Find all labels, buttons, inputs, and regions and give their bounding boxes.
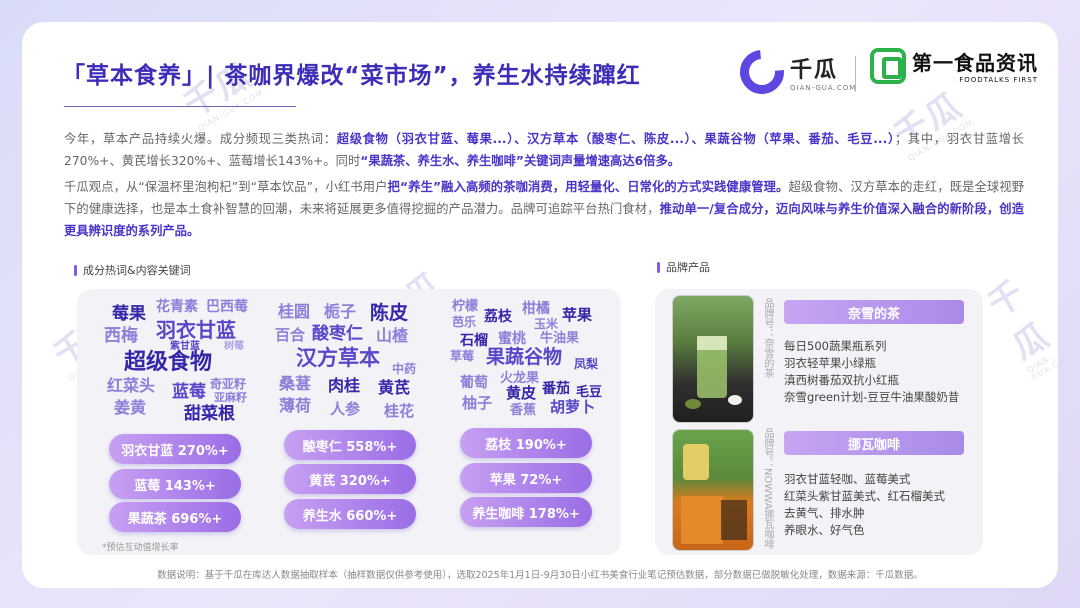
keyword: 中药 — [392, 362, 417, 376]
section-title-keywords: 成分热词&内容关键词 — [74, 262, 191, 278]
title-underline — [64, 106, 296, 107]
page-title: 「草本食养」| 茶咖界爆改“菜市场”，养生水持续蹿红 — [62, 63, 641, 89]
brand-photo-naixue — [672, 295, 754, 423]
report-card: 千瓜 QIAN-GUA.COM 千瓜 QIAN-GUA.COM 千瓜 QIAN-GUA… — [22, 22, 1058, 588]
keyword: 石榴 — [460, 333, 488, 349]
keyword: 荔枝 — [484, 309, 512, 325]
keyword: 红菜头 — [107, 376, 156, 395]
keyword: 汉方草本 — [296, 346, 380, 370]
keyword: 栀子 — [324, 302, 357, 321]
keyword: 酸枣仁 — [312, 324, 363, 344]
growth-pill: 黄芪 320%+ — [284, 464, 416, 494]
keyword: 甜菜根 — [184, 404, 235, 424]
keyword: 超级食物 — [124, 350, 213, 375]
keyword: 香蕉 — [510, 403, 537, 418]
intro-paragraph-1: 今年，草本产品持续火爆。成分频现三类热词：超级食物（羽衣甘蓝、莓果...）、汉方… — [64, 132, 1024, 168]
qiangua-logo-icon — [731, 41, 793, 103]
foodtalks-logo-icon — [870, 47, 906, 84]
keyword: 羽衣甘蓝 — [156, 318, 236, 342]
keyword: 凤梨 — [574, 357, 599, 371]
product-item: 养眼水、好气色 — [784, 523, 865, 537]
keyword: 蓝莓 — [172, 382, 206, 402]
product-item: 奈雪green计划-豆豆牛油果酸奶昔 — [784, 390, 960, 404]
growth-pill: 荔枝 190%+ — [460, 428, 592, 458]
keyword: 芭乐 — [452, 315, 477, 329]
product-item: 羽衣轻苹果小绿瓶 — [784, 356, 876, 370]
keyword: 番茄 — [542, 381, 570, 397]
growth-pill: 酸枣仁 558%+ — [284, 430, 416, 460]
foodtalks-logo-name: 第一食品资讯 — [912, 51, 1038, 75]
brand-account-label: 品牌号：NOWWA挪瓦咖啡 — [762, 428, 773, 550]
keyword: 巴西莓 — [206, 299, 248, 315]
qiangua-logo: 千瓜 QIAN-GUA.COM — [731, 41, 857, 103]
intro-paragraph-2: 千瓜观点，从“保温杯里泡枸杞”到“草本饮品”，小红书用户把“养生”融入高频的茶咖… — [64, 180, 1024, 238]
keyword: 薄荷 — [279, 396, 312, 415]
keyword: 花青素 — [156, 299, 198, 315]
keyword: 百合 — [275, 326, 306, 344]
growth-pill: 养生水 660%+ — [284, 499, 416, 529]
keyword: 亚麻籽 — [214, 391, 247, 404]
logo-divider — [855, 56, 856, 92]
product-item: 红菜头紫甘蓝美式、红石榴美式 — [784, 489, 945, 503]
product-item: 每日500蔬果瓶系列 — [784, 339, 887, 353]
keyword: 牛油果 — [540, 331, 580, 346]
brand-name-nowwa: 挪瓦咖啡 — [784, 431, 964, 455]
keyword: 山楂 — [376, 326, 409, 345]
keyword: 果蔬谷物 — [486, 346, 563, 368]
coffee-bag-icon — [681, 444, 747, 544]
keyword: 桂花 — [384, 402, 415, 420]
keyword: 树莓 — [224, 341, 244, 352]
growth-pill: 苹果 72%+ — [460, 463, 592, 493]
growth-pill: 养生咖啡 178%+ — [460, 497, 592, 527]
keyword: 陈皮 — [370, 302, 409, 324]
qiangua-logo-sub: QIAN-GUA.COM — [790, 84, 857, 92]
brand-photo-nowwa — [672, 429, 754, 551]
foodtalks-logo-sub: FOODTALKS FIRST — [959, 76, 1038, 84]
watermark: 千瓜QIAN-GUA.COM — [981, 272, 1058, 383]
keyword: 黄皮 — [506, 384, 537, 402]
foodtalks-logo: 第一食品资讯 FOODTALKS FIRST — [870, 47, 1038, 84]
keyword: 黄芪 — [378, 378, 411, 397]
brand-account-label: 品牌号：奈雪的茶 — [762, 298, 773, 378]
keyword: 人参 — [330, 400, 361, 418]
drink-cup-icon — [685, 336, 742, 409]
keyword: 草莓 — [450, 349, 475, 363]
keyword: 柠檬 — [452, 299, 479, 314]
section-title-brands: 品牌产品 — [657, 259, 710, 275]
keyword: 柚子 — [462, 394, 493, 412]
data-source-note: 数据说明：基于千瓜在库达人数据抽取样本（抽样数据仅供参考使用），选取2025年1… — [157, 570, 923, 581]
growth-pill: 羽衣甘蓝 270%+ — [109, 434, 241, 464]
keyword: 奇亚籽 — [210, 377, 247, 391]
keyword: 桑葚 — [279, 374, 312, 393]
keyword: 西梅 — [104, 326, 138, 346]
growth-pill: 蓝莓 143%+ — [109, 469, 241, 499]
keyword: 桂圆 — [278, 302, 311, 321]
qiangua-logo-name: 千瓜 — [790, 58, 839, 83]
keyword: 柑橘 — [522, 301, 550, 317]
keyword: 姜黄 — [114, 398, 147, 417]
keyword: 苹果 — [562, 306, 593, 324]
keyword: 莓果 — [112, 304, 146, 324]
keyword: 胡萝卜 — [550, 398, 596, 416]
product-item: 滇西树番茄双抗小红瓶 — [784, 373, 899, 387]
growth-note: *预估互动值增长率 — [102, 543, 179, 553]
keyword: 肉桂 — [328, 376, 361, 395]
product-item: 去黄气、排水肿 — [784, 506, 865, 520]
keyword: 蜜桃 — [498, 331, 526, 347]
growth-pill: 果蔬茶 696%+ — [109, 502, 241, 532]
product-item: 羽衣甘蓝轻咖、蓝莓美式 — [784, 472, 911, 486]
brand-name-naixue: 奈雪的茶 — [784, 300, 964, 324]
keyword: 玉米 — [534, 317, 559, 331]
keyword: 葡萄 — [460, 375, 488, 391]
